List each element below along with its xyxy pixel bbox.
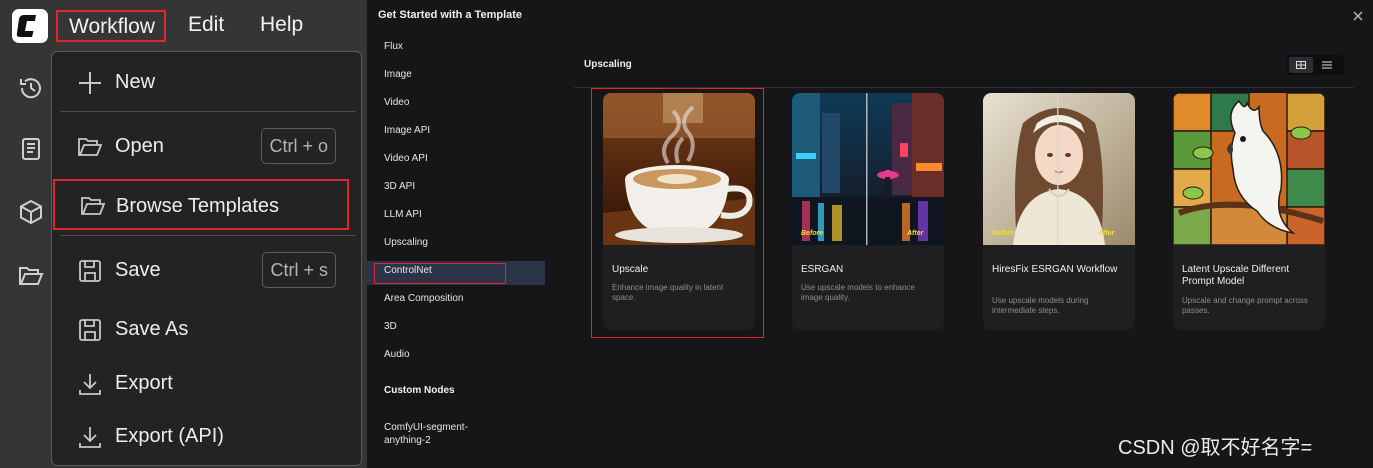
custom-nodes-heading: Custom Nodes	[384, 385, 455, 396]
dialog-title: Get Started with a Template	[378, 9, 523, 21]
card-title: ESRGAN	[801, 264, 844, 275]
menu-divider	[60, 111, 356, 112]
cube-icon[interactable]	[17, 198, 45, 226]
book-icon[interactable]	[17, 135, 45, 163]
menu-item-open[interactable]: Open Ctrl + o	[52, 123, 361, 169]
save-icon	[76, 316, 104, 344]
menubar: Workflow Edit Help	[0, 0, 367, 52]
close-icon[interactable]	[1352, 9, 1364, 21]
list-view-button[interactable]	[1315, 57, 1339, 73]
menu-item-label: Browse Templates	[116, 195, 280, 217]
template-card-esrgan[interactable]: Before After ESRGAN Use upscale models t…	[792, 93, 944, 330]
card-description: Upscale and change prompt across passes.	[1182, 296, 1308, 315]
after-label: After	[1098, 230, 1115, 237]
menu-divider	[60, 235, 356, 236]
list-icon	[1322, 61, 1332, 69]
folder-icon[interactable]	[17, 262, 45, 290]
card-description: Use upscale models during intermediate s…	[992, 296, 1089, 315]
folder-open-icon	[79, 192, 107, 220]
menu-help[interactable]: Help	[260, 10, 303, 42]
comfy-logo[interactable]	[12, 9, 48, 43]
menu-item-label: Export (API)	[115, 425, 224, 447]
menu-item-label: Export	[115, 372, 173, 394]
stained-glass-cockatoo-image	[1173, 93, 1325, 245]
category-3d[interactable]: 3D	[384, 321, 397, 332]
card-title: Latent Upscale Different Prompt Model	[1182, 264, 1290, 287]
before-label: Before	[801, 230, 824, 237]
menu-item-export[interactable]: Export	[52, 360, 361, 406]
shortcut-badge: Ctrl + o	[261, 128, 336, 164]
menu-item-save[interactable]: Save Ctrl + s	[52, 247, 361, 293]
menu-item-label: Save	[115, 259, 161, 281]
menu-workflow[interactable]: Workflow	[56, 10, 166, 42]
after-label: After	[907, 230, 924, 237]
category-flux[interactable]: Flux	[384, 41, 403, 52]
folder-open-icon	[76, 133, 104, 161]
category-comfyui-segment-anything-2[interactable]: ComfyUI-segment-anything-2	[384, 421, 494, 447]
view-toggle	[1286, 55, 1344, 75]
menu-item-export-api[interactable]: Export (API)	[52, 413, 361, 459]
history-icon[interactable]	[17, 74, 45, 102]
menu-item-save-as[interactable]: Save As	[52, 306, 361, 352]
category-video-api[interactable]: Video API	[384, 153, 428, 164]
template-card-upscale[interactable]: Upscale Enhance image quality in latent …	[603, 93, 755, 330]
comfy-logo-icon	[16, 15, 36, 37]
category-area-composition[interactable]: Area Composition	[384, 293, 463, 304]
before-label: Before	[992, 230, 1015, 237]
download-icon	[76, 423, 104, 451]
category-audio[interactable]: Audio	[384, 349, 410, 360]
plus-icon	[76, 69, 104, 97]
content-title: Upscaling	[584, 59, 632, 70]
menu-edit[interactable]: Edit	[188, 10, 224, 42]
category-image[interactable]: Image	[384, 69, 412, 80]
menu-item-label: Open	[115, 135, 164, 157]
card-description: Use upscale models to enhance image qual…	[801, 283, 915, 302]
menu-item-browse-templates[interactable]: Browse Templates	[53, 179, 349, 230]
category-upscaling[interactable]: Upscaling	[384, 237, 428, 248]
template-card-latent-upscale-different-prompt[interactable]: Latent Upscale Different Prompt Model Up…	[1173, 93, 1325, 330]
grid-icon	[1296, 61, 1306, 69]
category-controlnet[interactable]: ControlNet	[384, 265, 432, 276]
coffee-cup-image	[603, 93, 755, 245]
category-3d-api[interactable]: 3D API	[384, 181, 415, 192]
menu-item-label: Save As	[115, 318, 189, 340]
category-sidebar: Flux Image Video Image API Video API 3D …	[367, 30, 545, 468]
template-card-hiresfix-esrgan[interactable]: Before After HiresFix ESRGAN Workflow Us…	[983, 93, 1135, 330]
menu-item-new[interactable]: New	[52, 59, 361, 105]
card-title: HiresFix ESRGAN Workflow	[992, 264, 1118, 275]
girl-portrait-image	[983, 93, 1135, 245]
rainy-city-street-image	[792, 93, 944, 245]
card-description: Enhance image quality in latent space.	[612, 283, 724, 302]
template-dialog: Get Started with a Template Flux Image V…	[367, 0, 1373, 468]
menu-item-label: New	[115, 71, 156, 93]
workflow-dropdown-menu: New Open Ctrl + o Browse Templates Save …	[51, 51, 362, 466]
save-icon	[76, 257, 104, 285]
shortcut-badge: Ctrl + s	[262, 252, 336, 288]
category-image-api[interactable]: Image API	[384, 125, 430, 136]
category-llm-api[interactable]: LLM API	[384, 209, 422, 220]
download-icon	[76, 370, 104, 398]
grid-view-button[interactable]	[1289, 57, 1313, 73]
watermark: CSDN @取不好名字=	[1118, 437, 1313, 459]
category-video[interactable]: Video	[384, 97, 409, 108]
card-title: Upscale	[612, 264, 649, 275]
